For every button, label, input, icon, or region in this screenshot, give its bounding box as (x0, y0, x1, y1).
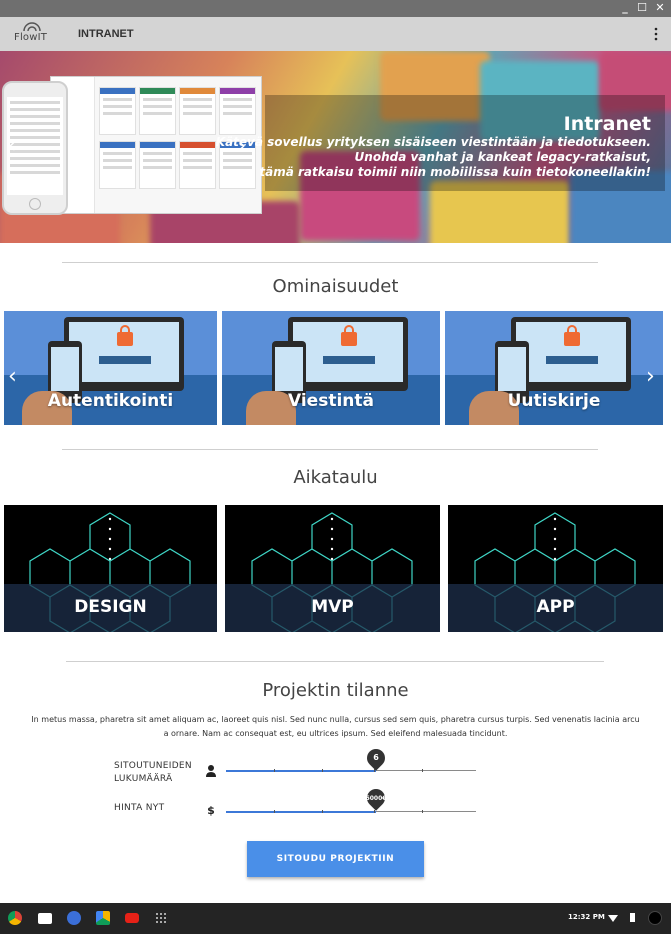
feature-label: Viestintä (288, 391, 374, 411)
divider (62, 262, 598, 263)
app-launcher-icon[interactable] (156, 913, 167, 924)
logo-text: FlowIT (14, 32, 48, 43)
price-slider[interactable] (226, 810, 476, 813)
avatar[interactable] (648, 911, 662, 925)
feature-card-authentication[interactable]: Autentikointi (4, 311, 217, 425)
logo[interactable]: FlowIT (14, 22, 48, 46)
wifi-logo-icon (23, 22, 41, 32)
minimize-button[interactable]: _ (616, 1, 634, 15)
features-next-arrow-icon[interactable]: › (646, 364, 655, 389)
slider-label: HINTA NYT (114, 803, 165, 813)
divider (66, 661, 604, 662)
slider-fill (226, 770, 376, 772)
hero-prev-arrow-icon[interactable]: ‹ (8, 133, 16, 157)
gmail-icon[interactable] (38, 913, 52, 924)
schedule-card-app[interactable]: APP (448, 505, 663, 632)
clock[interactable]: 12:32 PM (568, 913, 605, 921)
hero-line: tämä ratkaisu toimii niin mobiilissa kui… (259, 165, 651, 179)
committed-count-slider[interactable] (226, 769, 476, 772)
status-title: Projektin tilanne (262, 680, 409, 701)
hero-banner: ‹ › Intranet Kätevä sovellus yrityksen s… (0, 51, 671, 243)
app-title[interactable]: INTRANET (78, 28, 134, 40)
schedule-title: Aikataulu (293, 467, 378, 488)
kebab-menu-icon[interactable] (653, 27, 659, 41)
close-button[interactable]: ✕ (651, 1, 669, 15)
hero-line: Unohda vanhat ja kankeat legacy-ratkaisu… (354, 150, 651, 164)
feature-label: Autentikointi (47, 391, 174, 411)
slider-value: 5000€ (365, 795, 387, 802)
features-title: Ominaisuudet (272, 276, 399, 297)
features-prev-arrow-icon[interactable]: ‹ (8, 364, 17, 389)
google-plus-icon[interactable] (67, 911, 81, 925)
status-description: In metus massa, pharetra sit amet aliqua… (31, 715, 640, 738)
drive-icon[interactable] (96, 911, 110, 925)
taskbar: 12:32 PM (0, 903, 671, 934)
schedule-label: APP (536, 597, 575, 617)
youtube-icon[interactable] (125, 913, 139, 923)
slider-label: SITOUTUNEIDEN LUKUMÄÄRÄ (114, 761, 192, 784)
commit-project-button[interactable]: SITOUDU PROJEKTIIN (247, 841, 424, 877)
maximize-button[interactable]: ☐ (633, 1, 651, 15)
schedule-card-mvp[interactable]: MVP (225, 505, 440, 632)
chrome-icon[interactable] (8, 911, 22, 925)
slider-value: 6 (373, 753, 379, 762)
app-header: FlowIT INTRANET (0, 17, 671, 51)
battery-icon[interactable] (630, 913, 635, 922)
window-titlebar: _ ☐ ✕ (0, 0, 671, 17)
schedule-label: DESIGN (74, 597, 147, 617)
divider (62, 449, 598, 450)
feature-card-communication[interactable]: Viestintä (222, 311, 440, 425)
wifi-icon[interactable] (608, 914, 618, 922)
schedule-card-design[interactable]: DESIGN (4, 505, 217, 632)
slider-fill (226, 811, 376, 813)
hero-line: Kätevä sovellus yrityksen sisäiseen vies… (215, 135, 651, 149)
feature-label: Uutiskirje (507, 391, 601, 411)
person-icon (206, 765, 216, 777)
dollar-icon: $ (207, 804, 215, 817)
hero-title: Intranet (563, 113, 651, 135)
schedule-label: MVP (311, 597, 354, 617)
feature-card-newsletter[interactable]: Uutiskirje (445, 311, 663, 425)
